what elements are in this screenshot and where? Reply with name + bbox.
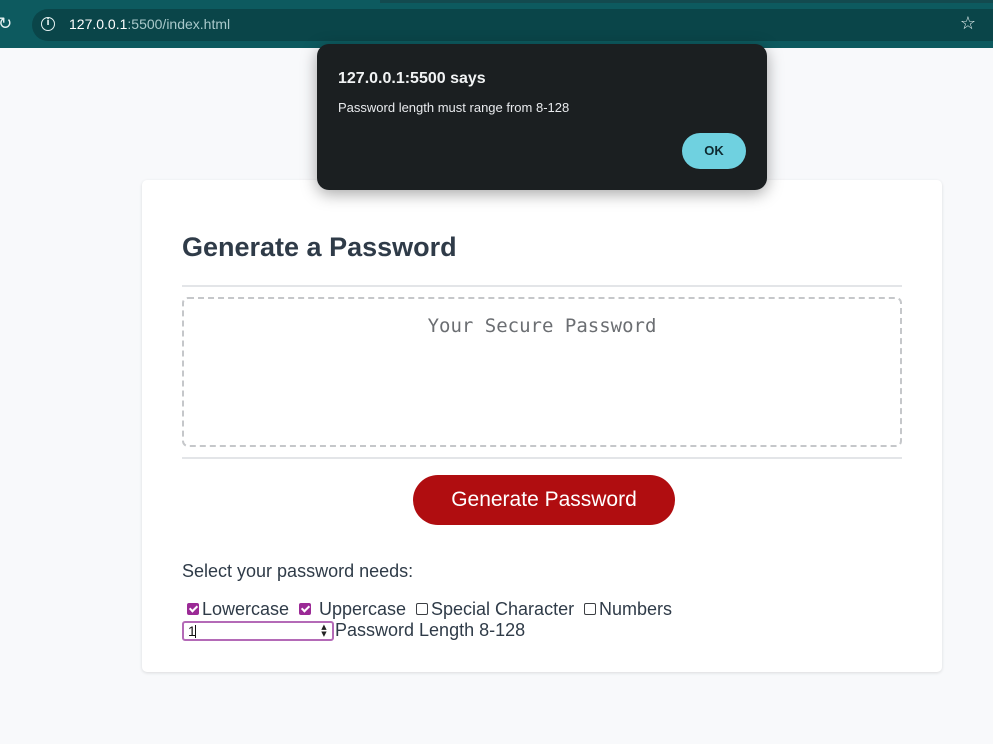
ok-button[interactable]: OK	[682, 133, 746, 169]
dialog-title: 127.0.0.1:5500 says	[338, 70, 486, 87]
numbers-label: Numbers	[599, 599, 673, 619]
numbers-checkbox[interactable]	[584, 603, 596, 615]
password-generator-card: Generate a Password Generate Password Se…	[142, 180, 942, 672]
special-character-checkbox[interactable]	[416, 603, 428, 615]
password-needs-label: Select your password needs:	[182, 561, 414, 581]
dialog-message: Password length must range from 8-128	[338, 100, 570, 115]
lowercase-checkbox[interactable]	[187, 603, 199, 615]
tab-strip-edge	[380, 0, 993, 3]
password-length-input[interactable]: 1 ▲ ▼	[182, 621, 334, 641]
bookmark-star-icon[interactable]: ☆	[958, 13, 978, 35]
number-spinner-icon[interactable]: ▲ ▼	[320, 624, 328, 638]
password-output-field[interactable]	[182, 297, 902, 447]
uppercase-label: Uppercase	[319, 599, 407, 619]
reload-icon[interactable]: ↻	[0, 13, 16, 35]
text-caret	[195, 625, 196, 638]
url-host: 127.0.0.1	[69, 16, 128, 32]
lowercase-label: Lowercase	[202, 599, 290, 619]
url-text[interactable]: 127.0.0.1:5500/index.html	[69, 16, 230, 33]
special-character-label: Special Character	[431, 599, 575, 619]
card-body-divider	[182, 457, 902, 459]
alert-dialog: 127.0.0.1:5500 says Password length must…	[317, 44, 767, 190]
url-path: :5500/index.html	[127, 16, 231, 32]
uppercase-checkbox[interactable]	[299, 603, 311, 615]
generate-password-button[interactable]: Generate Password	[413, 475, 675, 525]
site-info-icon[interactable]: i	[41, 17, 55, 31]
page-title: Generate a Password	[182, 232, 457, 262]
card-header-divider	[182, 285, 902, 287]
password-length-label: Password Length 8-128	[335, 620, 526, 640]
